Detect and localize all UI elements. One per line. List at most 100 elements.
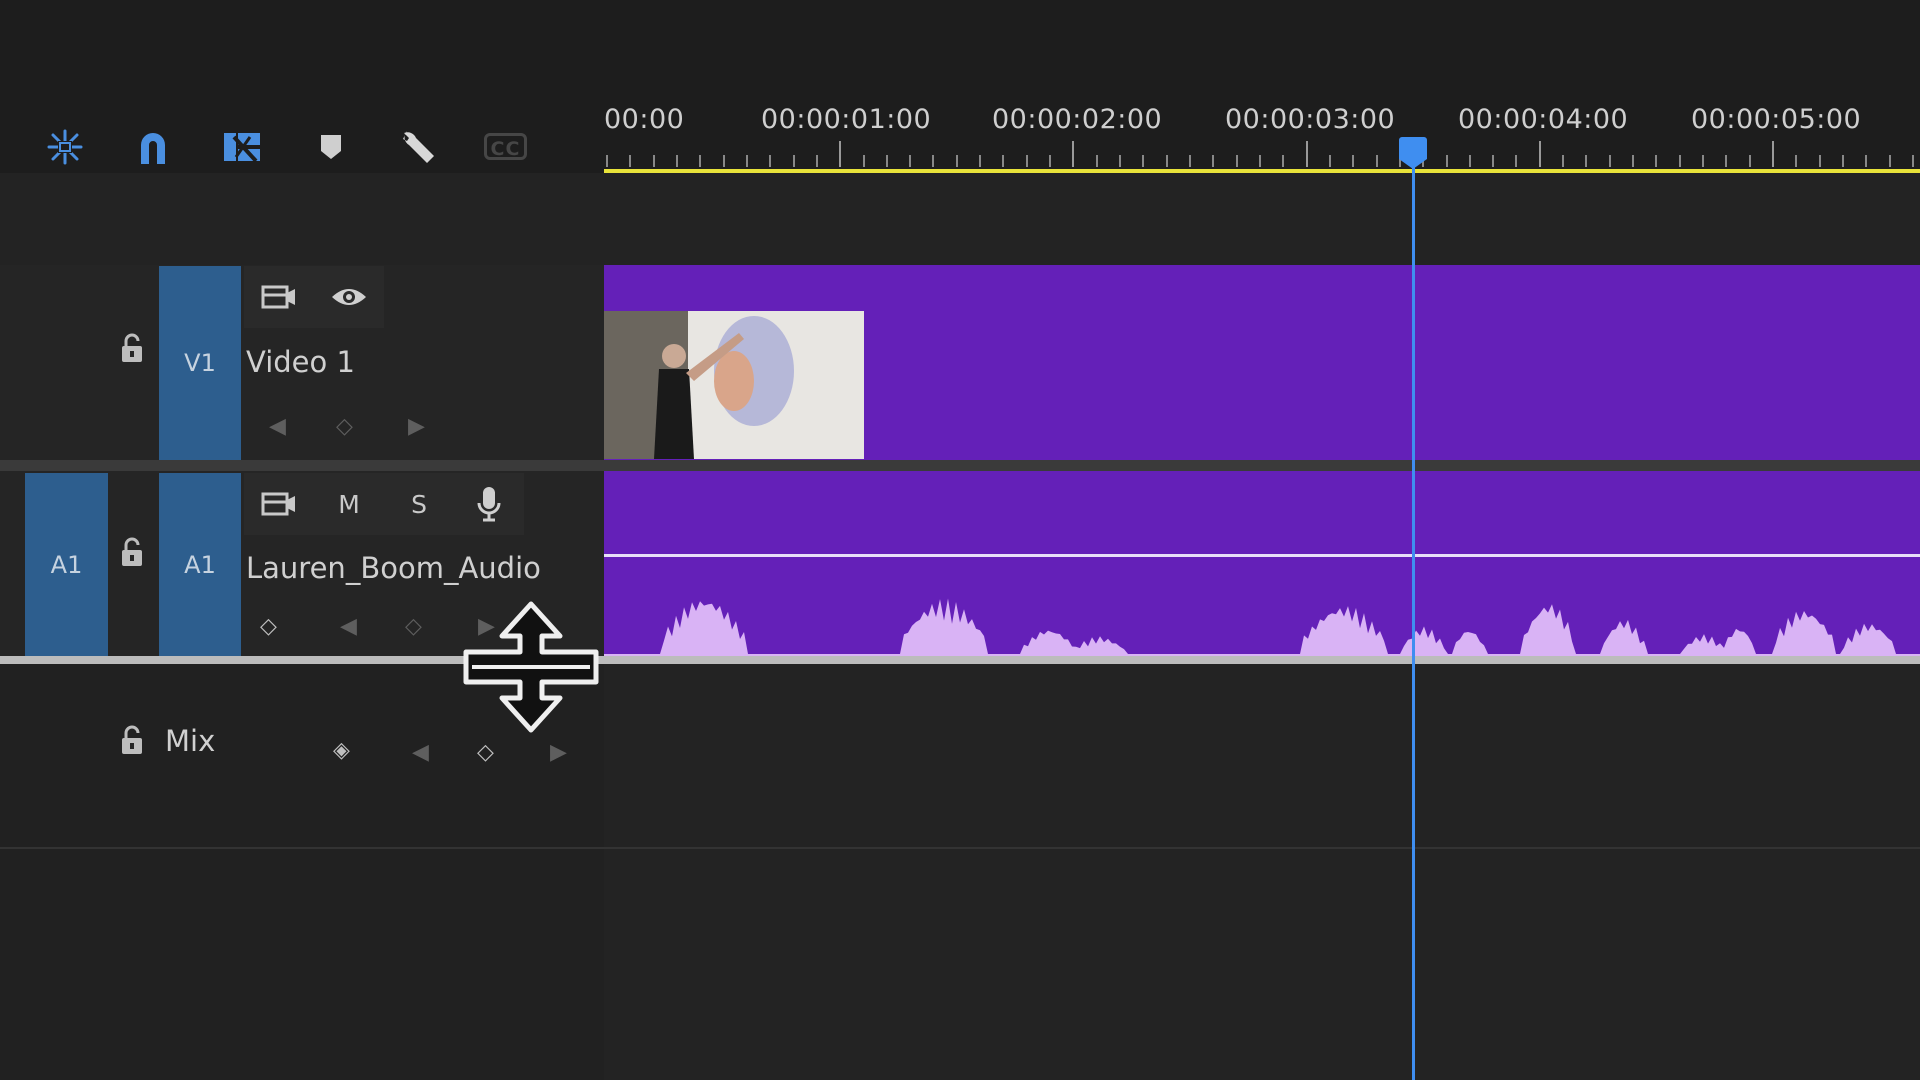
ruler-tick [1095, 155, 1098, 167]
add-keyframe-icon[interactable]: ◇ [405, 614, 422, 639]
add-keyframe-icon[interactable]: ◇ [336, 414, 353, 439]
playhead-line[interactable] [1412, 140, 1415, 1080]
ruler-tick [652, 155, 655, 167]
ruler-timecode: 00:00:04:00 [1458, 104, 1629, 135]
track-name-a1[interactable]: Lauren_Boom_Audio [246, 551, 541, 585]
ruler-tick [955, 155, 958, 167]
ruler-tick [1282, 155, 1285, 167]
toolbar [0, 0, 1920, 173]
ruler-timecode: 00:00:05:00 [1691, 104, 1862, 135]
ruler-tick [1328, 155, 1331, 167]
toggle-output-button[interactable] [314, 266, 384, 328]
ruler-tick [1888, 155, 1891, 167]
ruler-timecode: 00:00:03:00 [1225, 104, 1396, 135]
ruler-tick [1119, 155, 1122, 167]
ruler-tick [1072, 141, 1075, 167]
ruler-tick [1818, 155, 1821, 167]
ruler-tick [1352, 155, 1355, 167]
prev-keyframe-icon[interactable]: ◀ [340, 614, 357, 639]
linked-selection-icon[interactable] [217, 125, 267, 169]
ruler-tick [606, 155, 608, 167]
ruler-tick [1632, 155, 1635, 167]
ruler-tick [1515, 155, 1518, 167]
ruler-tick [1305, 141, 1308, 167]
ruler-tick [1795, 155, 1798, 167]
keyframe-menu-icon[interactable]: ◇ [260, 614, 277, 639]
ruler-tick [675, 155, 678, 167]
playhead-handle[interactable] [1399, 137, 1427, 159]
eye-icon [332, 289, 366, 305]
track-target-v1[interactable]: V1 [159, 266, 241, 460]
voice-over-record-button[interactable] [454, 473, 524, 535]
ruler-tick [979, 155, 982, 167]
ruler-tick [1725, 155, 1728, 167]
mute-button[interactable]: M [314, 473, 384, 535]
prev-keyframe-icon[interactable]: ◀ [269, 414, 286, 439]
snap-nested-icon[interactable] [40, 125, 90, 169]
ruler-timecode: 00:00:02:00 [992, 104, 1163, 135]
ruler-tick [1678, 155, 1681, 167]
ruler-tick [885, 155, 888, 167]
ruler-tick [1142, 155, 1145, 167]
ruler-tick [839, 141, 842, 167]
solo-button[interactable]: S [384, 473, 454, 535]
ruler-tick [699, 155, 702, 167]
ruler-tick [1468, 155, 1471, 167]
ruler-tick [815, 155, 818, 167]
next-keyframe-icon[interactable]: ▶ [408, 414, 425, 439]
ruler-tick [1235, 155, 1238, 167]
ruler-tick [1445, 155, 1448, 167]
mix-track-divider [0, 847, 1920, 849]
film-icon [261, 492, 295, 516]
magnet-icon[interactable] [128, 125, 178, 169]
marker-icon[interactable] [306, 125, 356, 169]
sync-lock-button[interactable] [244, 473, 314, 535]
ruler-timecode: 00:00 [604, 104, 685, 135]
ruler-tick [1655, 155, 1658, 167]
prev-keyframe-icon[interactable]: ◀ [412, 740, 429, 765]
sync-lock-button[interactable] [244, 266, 314, 328]
track-name-v1[interactable]: Video 1 [246, 345, 355, 379]
ruler-tick [1375, 155, 1378, 167]
add-keyframe-icon[interactable]: ◇ [477, 740, 494, 765]
ruler-tick [932, 155, 935, 167]
ruler-tick [1538, 141, 1541, 167]
source-patch-a1[interactable]: A1 [25, 473, 108, 656]
header-spacer [0, 173, 604, 265]
ruler-tick [909, 155, 912, 167]
ruler-tick [769, 155, 772, 167]
track-target-a1[interactable]: A1 [159, 473, 241, 656]
ruler-tick [629, 155, 632, 167]
ruler-tick [1748, 155, 1751, 167]
keyframe-menu-icon[interactable]: ◈ [333, 738, 350, 763]
ruler-tick [1258, 155, 1261, 167]
wrench-icon[interactable] [394, 125, 444, 169]
lock-icon[interactable] [118, 536, 146, 572]
ruler-tick [1772, 141, 1774, 167]
ruler-tick [1025, 155, 1028, 167]
film-icon [261, 285, 295, 309]
track-name-mix: Mix [165, 724, 216, 758]
volume-rubber-band[interactable] [604, 554, 1920, 557]
ruler-timecode: 00:00:01:00 [761, 104, 932, 135]
ruler-tick [745, 155, 748, 167]
ruler-tick [722, 155, 725, 167]
ruler-tick [1492, 155, 1495, 167]
lock-icon[interactable] [118, 724, 146, 760]
ruler-tick [1865, 155, 1868, 167]
next-keyframe-icon[interactable]: ▶ [550, 740, 567, 765]
ruler-tick [1002, 155, 1005, 167]
closed-captions-button[interactable]: CC [484, 133, 527, 160]
track-resize-handle[interactable] [0, 656, 1920, 664]
ruler-tick [792, 155, 795, 167]
ruler-tick [1841, 155, 1844, 167]
ruler-tick [862, 155, 865, 167]
microphone-icon [477, 487, 501, 522]
resize-cursor-icon [463, 601, 599, 733]
clip-thumbnail [604, 311, 864, 459]
ruler-tick [1212, 155, 1215, 167]
track-divider[interactable] [0, 460, 1920, 471]
lock-icon[interactable] [118, 332, 146, 368]
ruler-tick [1189, 155, 1191, 167]
ruler-tick [1049, 155, 1052, 167]
